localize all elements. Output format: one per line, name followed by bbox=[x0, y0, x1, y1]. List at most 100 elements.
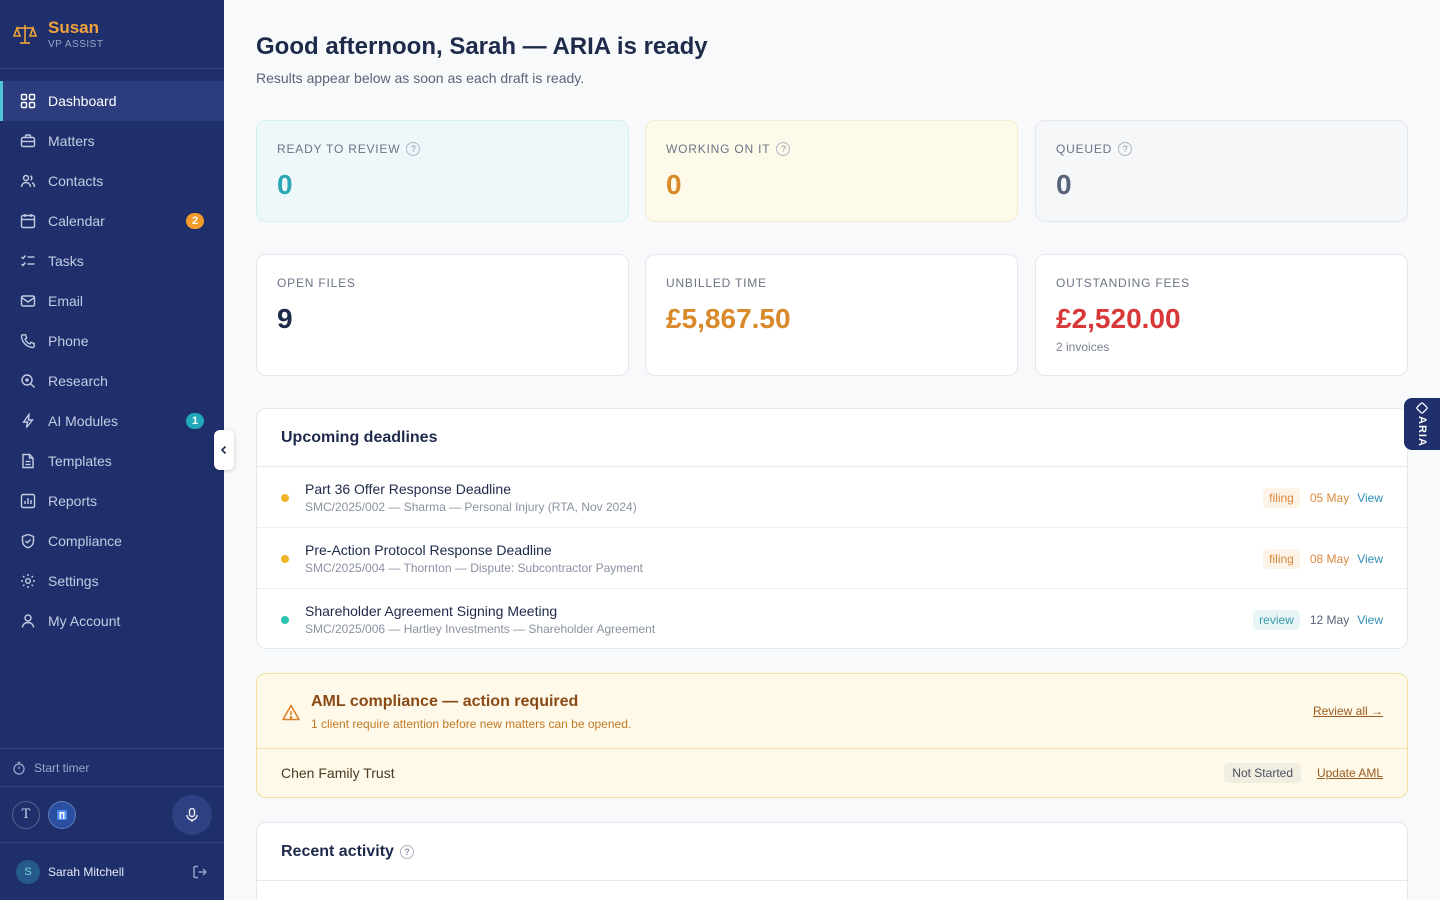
sidebar-item-matters[interactable]: Matters bbox=[0, 121, 224, 161]
text-tool-button[interactable]: T bbox=[12, 800, 40, 829]
sidebar-item-label: Templates bbox=[48, 453, 112, 469]
page-subtitle: Results appear below as soon as each dra… bbox=[256, 70, 585, 86]
card-label-text: READY TO REVIEW bbox=[277, 142, 401, 156]
view-link[interactable]: View bbox=[1357, 613, 1383, 627]
brand[interactable]: Susan VP ASSIST bbox=[0, 0, 224, 69]
working-on-it-card[interactable]: WORKING ON IT? 0 bbox=[645, 120, 1018, 222]
user-name: Sarah Mitchell bbox=[48, 864, 125, 879]
brand-subtitle: VP ASSIST bbox=[48, 38, 104, 50]
deadline-tag: review bbox=[1253, 610, 1300, 630]
sidebar-item-my-account[interactable]: My Account bbox=[0, 601, 224, 641]
sidebar-item-email[interactable]: Email bbox=[0, 281, 224, 321]
app-logo-icon bbox=[57, 809, 67, 820]
deadline-row[interactable]: Part 36 Offer Response Deadline SMC/2025… bbox=[257, 467, 1407, 528]
deadline-meta: SMC/2025/004 — Thornton — Dispute: Subco… bbox=[305, 561, 643, 575]
calendar-badge: 2 bbox=[186, 213, 204, 229]
ai-modules-badge: 1 bbox=[186, 413, 204, 429]
briefcase-icon bbox=[20, 133, 36, 149]
start-timer-button[interactable]: Start timer bbox=[0, 748, 224, 786]
users-icon bbox=[20, 173, 36, 189]
warning-icon bbox=[282, 704, 300, 721]
checklist-icon bbox=[20, 253, 36, 269]
bolt-icon bbox=[20, 413, 36, 429]
sidebar-item-reports[interactable]: Reports bbox=[0, 481, 224, 521]
mail-icon bbox=[20, 293, 36, 309]
section-title-text: Recent activity bbox=[281, 843, 394, 860]
sidebar-item-label: Settings bbox=[48, 573, 99, 589]
divider bbox=[257, 880, 1407, 881]
shield-icon bbox=[20, 533, 36, 549]
page-title: Good afternoon, Sarah — ARIA is ready bbox=[256, 33, 708, 60]
aria-tab-label: ARIA bbox=[1416, 415, 1428, 447]
card-label-text: WORKING ON IT bbox=[666, 142, 771, 156]
help-icon[interactable]: ? bbox=[399, 845, 414, 859]
user-profile[interactable]: S Sarah Mitchell bbox=[0, 842, 224, 900]
card-subtext: 2 invoices bbox=[1056, 340, 1110, 354]
card-label: WORKING ON IT? bbox=[666, 142, 791, 156]
logout-icon[interactable] bbox=[192, 864, 208, 880]
sidebar-item-label: My Account bbox=[48, 613, 121, 629]
deadline-row[interactable]: Shareholder Agreement Signing Meeting SM… bbox=[257, 589, 1407, 650]
help-icon[interactable]: ? bbox=[406, 142, 421, 156]
deadline-tag: filing bbox=[1263, 488, 1300, 508]
update-aml-link[interactable]: Update AML bbox=[1317, 766, 1383, 780]
outstanding-fees-card[interactable]: OUTSTANDING FEES £2,520.00 2 invoices bbox=[1035, 254, 1408, 376]
sidebar-item-label: AI Modules bbox=[48, 413, 119, 429]
status-dot bbox=[281, 616, 289, 624]
help-icon[interactable]: ? bbox=[776, 142, 791, 156]
sidebar-item-calendar[interactable]: Calendar 2 bbox=[0, 201, 224, 241]
status-dot bbox=[281, 494, 289, 502]
sidebar-item-compliance[interactable]: Compliance bbox=[0, 521, 224, 561]
avatar: S bbox=[16, 859, 40, 884]
sidebar-item-research[interactable]: Research bbox=[0, 361, 224, 401]
sidebar: Susan VP ASSIST Dashboard Matters Contac… bbox=[0, 0, 224, 900]
phone-icon bbox=[20, 333, 36, 349]
deadline-actions: review 12 May View bbox=[1253, 610, 1383, 630]
client-name: Chen Family Trust bbox=[281, 765, 395, 781]
deadline-date: 05 May bbox=[1309, 491, 1350, 505]
help-icon[interactable]: ? bbox=[1118, 142, 1133, 156]
queued-card[interactable]: QUEUED? 0 bbox=[1035, 120, 1408, 222]
aria-panel-tab[interactable]: ARIA bbox=[1404, 398, 1440, 450]
sidebar-item-phone[interactable]: Phone bbox=[0, 321, 224, 361]
ready-to-review-card[interactable]: READY TO REVIEW? 0 bbox=[256, 120, 629, 222]
aml-compliance-alert: AML compliance — action required 1 clien… bbox=[256, 673, 1408, 798]
view-link[interactable]: View bbox=[1357, 491, 1383, 505]
sidebar-item-dashboard[interactable]: Dashboard bbox=[0, 81, 224, 121]
deadline-meta: SMC/2025/002 — Sharma — Personal Injury … bbox=[305, 500, 637, 514]
deadline-date: 08 May bbox=[1309, 552, 1350, 566]
view-link[interactable]: View bbox=[1357, 552, 1383, 566]
alert-subtitle: 1 client require attention before new ma… bbox=[311, 717, 632, 731]
card-value: 0 bbox=[1056, 169, 1072, 200]
unbilled-time-card[interactable]: UNBILLED TIME £5,867.50 bbox=[645, 254, 1018, 376]
card-label: OPEN FILES bbox=[277, 276, 356, 290]
deadline-row[interactable]: Pre-Action Protocol Response Deadline SM… bbox=[257, 528, 1407, 589]
sidebar-item-ai-modules[interactable]: AI Modules 1 bbox=[0, 401, 224, 441]
section-title: Upcoming deadlines bbox=[281, 429, 438, 446]
sidebar-item-label: Contacts bbox=[48, 173, 104, 189]
card-value: 0 bbox=[666, 169, 682, 200]
document-icon bbox=[20, 453, 36, 469]
sidebar-item-contacts[interactable]: Contacts bbox=[0, 161, 224, 201]
sidebar-item-label: Dashboard bbox=[48, 93, 117, 109]
sparkle-icon bbox=[1416, 401, 1428, 414]
grid-icon bbox=[20, 93, 36, 109]
sidebar-footer: Start timer T S Sarah Mitchell bbox=[0, 748, 224, 900]
card-label: OUTSTANDING FEES bbox=[1056, 276, 1190, 290]
sidebar-item-templates[interactable]: Templates bbox=[0, 441, 224, 481]
recent-activity-panel: Recent activity? bbox=[256, 822, 1408, 900]
status-badge: Not Started bbox=[1224, 763, 1301, 783]
card-value: £2,520.00 bbox=[1056, 303, 1181, 334]
sidebar-item-tasks[interactable]: Tasks bbox=[0, 241, 224, 281]
sidebar-item-label: Matters bbox=[48, 133, 95, 149]
microphone-button[interactable] bbox=[172, 795, 212, 835]
open-files-card[interactable]: OPEN FILES 9 bbox=[256, 254, 629, 376]
microphone-icon bbox=[186, 807, 198, 822]
sidebar-item-label: Email bbox=[48, 293, 84, 309]
app-tool-button[interactable] bbox=[48, 800, 76, 829]
review-all-link[interactable]: Review all → bbox=[1313, 704, 1383, 718]
alert-title: AML compliance — action required bbox=[311, 693, 579, 710]
sidebar-item-settings[interactable]: Settings bbox=[0, 561, 224, 601]
deadline-actions: filing 05 May View bbox=[1263, 488, 1383, 508]
sidebar-item-label: Reports bbox=[48, 493, 98, 509]
